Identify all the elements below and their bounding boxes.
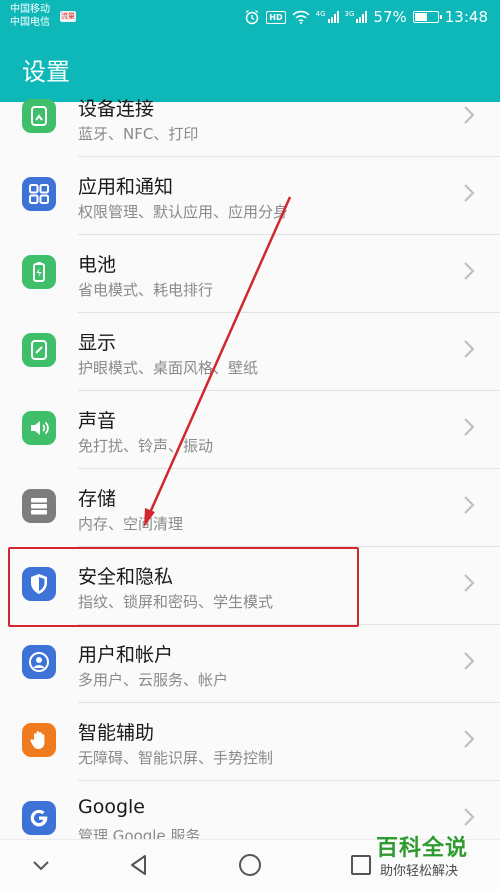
chevron-right-icon — [464, 106, 475, 124]
settings-item-title: 安全和隐私 — [78, 566, 174, 588]
wifi-icon — [292, 10, 310, 24]
settings-item-subtitle: 权限管理、默认应用、应用分身 — [78, 203, 289, 221]
settings-item-title: 电池 — [78, 254, 117, 276]
display-icon — [22, 333, 56, 367]
battery-percent: 57% — [373, 8, 407, 26]
hand-icon — [22, 723, 56, 757]
settings-item-title: 智能辅助 — [78, 722, 155, 744]
settings-item-title: 声音 — [78, 410, 117, 432]
back-icon[interactable] — [126, 852, 152, 878]
battery-icon — [22, 255, 56, 289]
chevron-right-icon — [464, 340, 475, 358]
settings-item-title: 应用和通知 — [78, 176, 174, 198]
settings-item-subtitle: 蓝牙、NFC、打印 — [78, 125, 199, 143]
status-icons: HD 4G 3G 57% 13:48 — [244, 7, 488, 27]
chevron-right-icon — [464, 418, 475, 436]
signal-tag-1: 4G — [315, 10, 326, 18]
speaker-icon — [22, 411, 56, 445]
settings-item-users-accounts[interactable]: 用户和帐户 多用户、云服务、帐户 — [0, 625, 500, 703]
watermark-subtitle: 助你轻松解决 — [380, 864, 459, 879]
settings-item-storage[interactable]: 存储 内存、空间清理 — [0, 469, 500, 547]
settings-item-display[interactable]: 显示 护眼模式、桌面风格、壁纸 — [0, 313, 500, 391]
apps-grid-icon — [22, 177, 56, 211]
settings-item-smart-assist[interactable]: 智能辅助 无障碍、智能识屏、手势控制 — [0, 703, 500, 781]
settings-item-security-privacy[interactable]: 安全和隐私 指纹、锁屏和密码、学生模式 — [0, 547, 500, 625]
clock: 13:48 — [444, 8, 488, 26]
user-icon — [22, 645, 56, 679]
carrier-2: 中国电信 — [10, 17, 50, 28]
device-connection-icon — [22, 99, 56, 133]
chevron-right-icon — [464, 652, 475, 670]
settings-item-title: 设备连接 — [78, 98, 155, 120]
settings-item-apps-notifications[interactable]: 应用和通知 权限管理、默认应用、应用分身 — [0, 157, 500, 235]
google-icon — [22, 801, 56, 835]
settings-item-device-connection[interactable]: 设备连接 蓝牙、NFC、打印 — [0, 92, 500, 157]
chevron-right-icon — [464, 262, 475, 280]
page-title: 设置 — [22, 58, 70, 86]
alarm-icon — [245, 9, 259, 25]
hd-badge: HD — [266, 10, 286, 24]
settings-item-subtitle: 管理 Google 服务 — [78, 827, 201, 839]
chevron-right-icon — [464, 184, 475, 202]
status-bar: 中国移动 中国电信 流量 HD 4G 3G 57% 13:48 — [0, 0, 500, 36]
settings-item-title: 显示 — [78, 332, 117, 354]
chevron-right-icon — [464, 808, 475, 826]
battery-status-icon — [412, 11, 442, 23]
chevron-right-icon — [464, 574, 475, 592]
settings-item-battery[interactable]: 电池 省电模式、耗电排行 — [0, 235, 500, 313]
signal-icon-1: 4G — [316, 11, 339, 23]
sim-badge: 流量 — [60, 11, 76, 22]
settings-item-title: Google — [78, 796, 146, 818]
settings-item-title: 用户和帐户 — [78, 644, 174, 666]
settings-item-subtitle: 指纹、锁屏和密码、学生模式 — [78, 593, 274, 611]
settings-item-subtitle: 省电模式、耗电排行 — [78, 281, 214, 299]
settings-item-subtitle: 护眼模式、桌面风格、壁纸 — [78, 359, 259, 377]
settings-item-sound[interactable]: 声音 免打扰、铃声、振动 — [0, 391, 500, 469]
shield-icon — [22, 567, 56, 601]
watermark-title: 百科全说 — [376, 836, 469, 861]
carrier-1: 中国移动 — [10, 4, 50, 15]
watermark-logo: 百科全说 助你轻松解决 — [374, 830, 494, 882]
settings-item-subtitle: 免打扰、铃声、振动 — [78, 437, 214, 455]
chevron-right-icon — [464, 496, 475, 514]
signal-icon-2: 3G — [345, 11, 368, 23]
home-icon[interactable] — [237, 852, 263, 878]
settings-item-subtitle: 无障碍、智能识屏、手势控制 — [78, 749, 274, 767]
signal-tag-2: 3G — [344, 10, 355, 18]
settings-item-title: 存储 — [78, 488, 117, 510]
settings-item-subtitle: 多用户、云服务、帐户 — [78, 671, 229, 689]
chevron-right-icon — [464, 730, 475, 748]
settings-item-subtitle: 内存、空间清理 — [78, 515, 184, 533]
storage-icon — [22, 489, 56, 523]
collapse-icon[interactable] — [28, 852, 54, 878]
settings-list[interactable]: 设备连接 蓝牙、NFC、打印 应用和通知 权限管理、默认应用、应用分身 电池 省… — [0, 92, 500, 839]
recents-icon[interactable] — [348, 852, 374, 878]
